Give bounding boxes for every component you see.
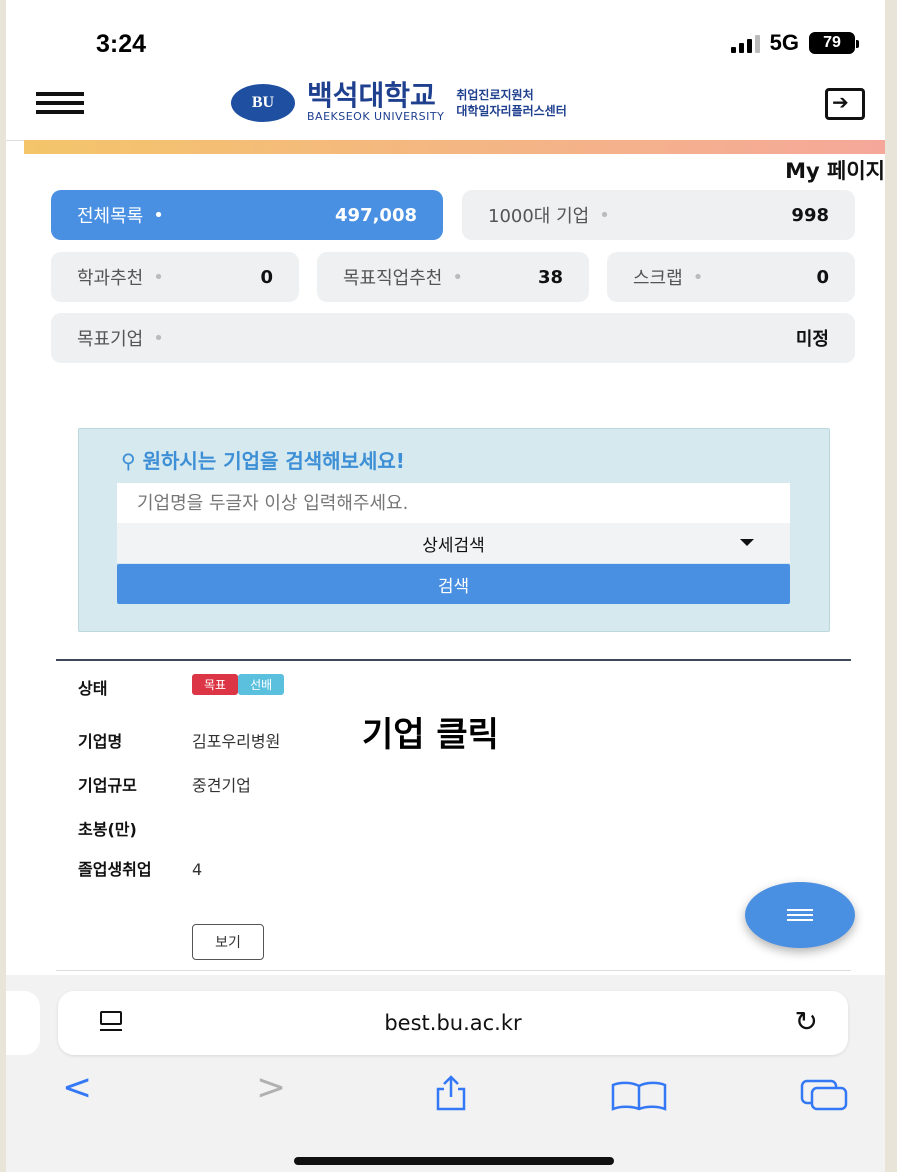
logo-mark: BU <box>231 83 295 122</box>
stat-value: 0 <box>816 266 829 288</box>
phone-screen: 3:24 5G 79 BU 백석대학교 BAEKSEOK UNIVERSITY … <box>6 0 885 1172</box>
company-name-value[interactable]: 김포우리병원 <box>192 728 280 752</box>
search-title-text: 원하시는 기업을 검색해보세요! <box>142 449 405 473</box>
stat-label: 학과추천 <box>77 268 144 289</box>
address-bar[interactable]: best.bu.ac.kr ↻ <box>58 991 848 1055</box>
search-title: ⚲ 원하시는 기업을 검색해보세요! <box>121 445 405 474</box>
url-text: best.bu.ac.kr <box>384 1011 522 1035</box>
back-icon[interactable]: < <box>62 1067 92 1108</box>
decorative-banner <box>24 140 885 154</box>
search-icon: ⚲ <box>121 449 136 473</box>
stat-value: 0 <box>260 266 273 288</box>
company-size-label: 기업규모 <box>78 776 137 795</box>
hamburger-menu-icon[interactable] <box>36 92 84 122</box>
university-logo[interactable]: BU 백석대학교 BAEKSEOK UNIVERSITY 취업진로지원처 대학일… <box>231 82 567 123</box>
logo-subtitle: 취업진로지원처 대학일자리플러스센터 <box>456 87 566 119</box>
detail-search-dropdown[interactable]: 상세검색 <box>117 523 790 563</box>
stat-card-major[interactable]: 학과추천 • 0 <box>51 252 299 302</box>
stat-label: 스크랩 <box>633 268 683 289</box>
home-indicator <box>294 1157 614 1165</box>
mypage-title: My 페이지 <box>785 159 885 183</box>
stat-label: 1000대 기업 <box>488 206 590 227</box>
status-indicators: 5G 79 <box>730 30 859 56</box>
status-label: 상태 <box>78 679 108 698</box>
forward-icon[interactable]: > <box>256 1067 286 1108</box>
result-divider <box>56 659 851 661</box>
logo-english: BAEKSEOK UNIVERSITY <box>307 110 445 123</box>
graduate-hires-label: 졸업생취업 <box>78 860 152 879</box>
search-input[interactable] <box>117 483 790 523</box>
stat-value: 497,008 <box>335 204 417 226</box>
logo-name: 백석대학교 BAEKSEOK UNIVERSITY <box>307 79 445 124</box>
login-icon[interactable] <box>825 88 865 120</box>
stat-card-target[interactable]: 목표기업 • 미정 <box>51 313 855 363</box>
status-time: 3:24 <box>96 30 147 58</box>
stat-card-scrap[interactable]: 스크랩 • 0 <box>607 252 855 302</box>
network-label: 5G <box>769 30 799 55</box>
floating-menu-button[interactable] <box>745 882 855 948</box>
graduate-hires-value: 4 <box>192 860 203 879</box>
site-header: BU 백석대학교 BAEKSEOK UNIVERSITY 취업진로지원처 대학일… <box>6 70 885 141</box>
company-name-label: 기업명 <box>78 732 123 751</box>
list-icon <box>787 906 813 924</box>
company-size-value: 중견기업 <box>192 776 251 795</box>
status-tags: 목표 선배 <box>192 674 285 695</box>
previous-tab-preview[interactable] <box>6 991 40 1055</box>
stat-value: 미정 <box>795 329 829 350</box>
stat-card-job[interactable]: 목표직업추천 • 38 <box>317 252 589 302</box>
stat-label: 목표직업추천 <box>343 268 443 289</box>
search-button[interactable]: 검색 <box>117 564 790 604</box>
battery-icon: 79 <box>809 32 859 54</box>
logo-sub-line1: 취업진로지원처 <box>456 87 534 102</box>
tag-senior: 선배 <box>238 674 285 695</box>
tabs-icon[interactable] <box>800 1079 850 1120</box>
share-icon[interactable] <box>434 1075 468 1120</box>
stat-value: 998 <box>791 204 829 226</box>
browser-toolbar: best.bu.ac.kr ↻ < > <box>6 975 885 1172</box>
view-button[interactable]: 보기 <box>192 924 264 960</box>
stat-label: 전체목록 <box>77 206 144 227</box>
stat-value: 38 <box>537 266 563 288</box>
caret-down-icon <box>740 539 754 546</box>
signal-icon <box>730 33 760 53</box>
starting-salary-label: 초봉(만) <box>78 820 137 839</box>
reload-icon[interactable]: ↻ <box>795 1005 818 1038</box>
logo-sub-line2: 대학일자리플러스센터 <box>456 103 567 118</box>
tag-goal: 목표 <box>192 674 239 695</box>
stat-card-top1000[interactable]: 1000대 기업 • 998 <box>462 190 855 240</box>
detail-search-label: 상세검색 <box>422 535 485 556</box>
stat-label: 목표기업 <box>77 329 144 350</box>
search-panel: ⚲ 원하시는 기업을 검색해보세요! 상세검색 검색 <box>78 428 830 632</box>
result-bottom-divider <box>56 970 851 971</box>
stat-card-all[interactable]: 전체목록 • 497,008 <box>51 190 443 240</box>
bookmarks-icon[interactable] <box>610 1079 668 1120</box>
logo-korean: 백석대학교 <box>307 79 436 112</box>
annotation-text: 기업 클릭 <box>362 715 499 755</box>
